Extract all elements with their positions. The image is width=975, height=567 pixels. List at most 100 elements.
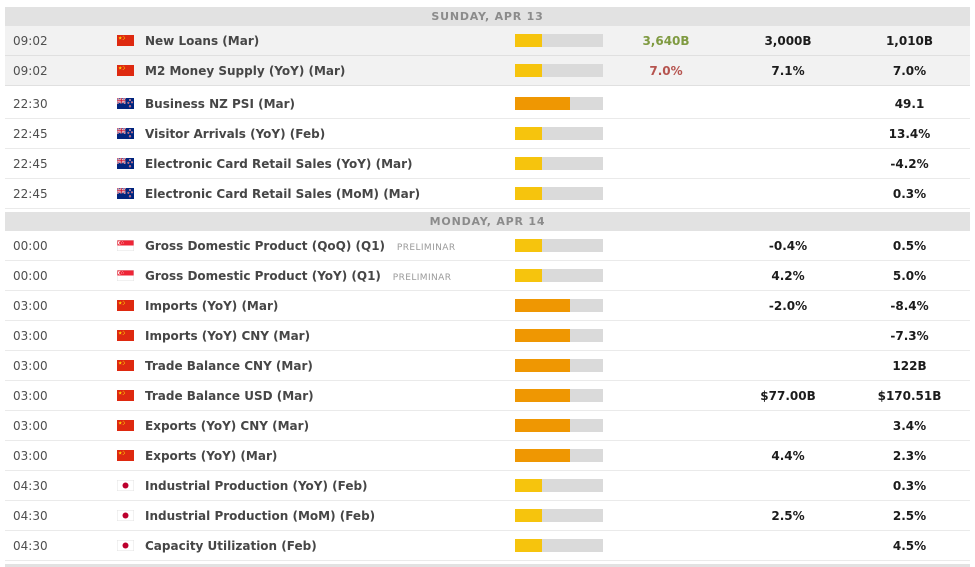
event-row[interactable]: 03:00 Exports (YoY) CNY (Mar) 3.4%	[5, 411, 970, 441]
event-row[interactable]: 22:45 Electronic Card Retail Sales (MoM)…	[5, 179, 970, 209]
forecast-value: $77.00B	[727, 389, 849, 403]
importance-bar-track	[515, 359, 603, 372]
china-flag-icon	[117, 300, 134, 311]
previous-value: 13.4%	[849, 127, 970, 141]
event-time: 00:00	[5, 239, 105, 253]
event-name[interactable]: Trade Balance CNY (Mar)	[145, 359, 313, 373]
importance-bar-fill	[515, 539, 542, 552]
importance-bar-fill	[515, 187, 542, 200]
event-cell: Trade Balance USD (Mar)	[145, 389, 509, 403]
previous-value: 0.3%	[849, 479, 970, 493]
country-flag	[105, 35, 145, 46]
event-row[interactable]: 22:45 Electronic Card Retail Sales (YoY)…	[5, 149, 970, 179]
event-time: 09:02	[5, 34, 105, 48]
previous-value: -4.2%	[849, 157, 970, 171]
event-name[interactable]: New Loans (Mar)	[145, 34, 259, 48]
event-cell: Exports (YoY) (Mar)	[145, 449, 509, 463]
importance-bar-track	[515, 419, 603, 432]
importance-bar-fill	[515, 389, 570, 402]
event-name[interactable]: Exports (YoY) CNY (Mar)	[145, 419, 309, 433]
event-row[interactable]: 04:30 Industrial Production (YoY) (Feb) …	[5, 471, 970, 501]
event-time: 09:02	[5, 64, 105, 78]
event-row[interactable]: 04:30 Capacity Utilization (Feb) 4.5%	[5, 531, 970, 561]
event-time: 22:30	[5, 97, 105, 111]
importance-bar-fill	[515, 329, 570, 342]
event-row[interactable]: 04:30 Industrial Production (MoM) (Feb) …	[5, 501, 970, 531]
actual-value: 7.0%	[605, 64, 727, 78]
new-zealand-flag-icon	[117, 128, 134, 139]
previous-value: 122B	[849, 359, 970, 373]
event-name[interactable]: Industrial Production (MoM) (Feb)	[145, 509, 375, 523]
event-row[interactable]: 09:02 M2 Money Supply (YoY) (Mar) 7.0% 7…	[5, 56, 970, 86]
previous-value: -7.3%	[849, 329, 970, 343]
event-name[interactable]: Imports (YoY) (Mar)	[145, 299, 278, 313]
event-row[interactable]: 00:00 Gross Domestic Product (QoQ) (Q1) …	[5, 231, 970, 261]
previous-value: 4.5%	[849, 539, 970, 553]
china-flag-icon	[117, 420, 134, 431]
event-row[interactable]: 03:00 Trade Balance CNY (Mar) 122B	[5, 351, 970, 381]
previous-value: 2.3%	[849, 449, 970, 463]
event-name[interactable]: Gross Domestic Product (QoQ) (Q1)	[145, 239, 385, 253]
new-zealand-flag-icon	[117, 188, 134, 199]
importance-bar	[509, 269, 605, 282]
event-cell: Electronic Card Retail Sales (YoY) (Mar)	[145, 157, 509, 171]
previous-value: 49.1	[849, 97, 970, 111]
previous-value: -8.4%	[849, 299, 970, 313]
importance-bar-track	[515, 479, 603, 492]
previous-value: 3.4%	[849, 419, 970, 433]
importance-bar-fill	[515, 449, 570, 462]
china-flag-icon	[117, 35, 134, 46]
event-row[interactable]: 00:00 Gross Domestic Product (YoY) (Q1) …	[5, 261, 970, 291]
event-cell: Imports (YoY) (Mar)	[145, 299, 509, 313]
event-row[interactable]: 03:00 Imports (YoY) CNY (Mar) -7.3%	[5, 321, 970, 351]
importance-bar-fill	[515, 299, 570, 312]
event-time: 03:00	[5, 389, 105, 403]
event-name[interactable]: Exports (YoY) (Mar)	[145, 449, 277, 463]
importance-bar-fill	[515, 157, 542, 170]
event-name[interactable]: Industrial Production (YoY) (Feb)	[145, 479, 368, 493]
event-name[interactable]: Business NZ PSI (Mar)	[145, 97, 295, 111]
event-time: 03:00	[5, 419, 105, 433]
event-row[interactable]: 03:00 Imports (YoY) (Mar) -2.0% -8.4%	[5, 291, 970, 321]
importance-bar-track	[515, 299, 603, 312]
event-name[interactable]: Electronic Card Retail Sales (MoM) (Mar)	[145, 187, 420, 201]
japan-flag-icon	[117, 540, 134, 551]
event-row[interactable]: 09:02 New Loans (Mar) 3,640B 3,000B 1,01…	[5, 26, 970, 56]
importance-bar-fill	[515, 239, 542, 252]
country-flag	[105, 540, 145, 551]
event-name[interactable]: M2 Money Supply (YoY) (Mar)	[145, 64, 345, 78]
event-name[interactable]: Gross Domestic Product (YoY) (Q1)	[145, 269, 381, 283]
country-flag	[105, 158, 145, 169]
new-zealand-flag-icon	[117, 98, 134, 109]
event-name[interactable]: Electronic Card Retail Sales (YoY) (Mar)	[145, 157, 413, 171]
singapore-flag-icon	[117, 240, 134, 251]
importance-bar	[509, 239, 605, 252]
importance-bar-fill	[515, 509, 542, 522]
event-row[interactable]: 03:00 Exports (YoY) (Mar) 4.4% 2.3%	[5, 441, 970, 471]
event-time: 04:30	[5, 509, 105, 523]
event-cell: Business NZ PSI (Mar)	[145, 97, 509, 111]
event-row[interactable]: 22:30 Business NZ PSI (Mar) 49.1	[5, 89, 970, 119]
country-flag	[105, 98, 145, 109]
importance-bar	[509, 479, 605, 492]
importance-bar-track	[515, 239, 603, 252]
event-name[interactable]: Imports (YoY) CNY (Mar)	[145, 329, 310, 343]
event-tag: PRELIMINAR	[397, 243, 456, 253]
previous-value: 7.0%	[849, 64, 970, 78]
event-name[interactable]: Trade Balance USD (Mar)	[145, 389, 314, 403]
previous-value: 5.0%	[849, 269, 970, 283]
country-flag	[105, 300, 145, 311]
event-row[interactable]: 22:45 Visitor Arrivals (YoY) (Feb) 13.4%	[5, 119, 970, 149]
event-tag: PRELIMINAR	[393, 273, 452, 283]
importance-bar	[509, 449, 605, 462]
event-name[interactable]: Capacity Utilization (Feb)	[145, 539, 317, 553]
event-time: 04:30	[5, 479, 105, 493]
china-flag-icon	[117, 360, 134, 371]
previous-value: 0.5%	[849, 239, 970, 253]
event-name[interactable]: Visitor Arrivals (YoY) (Feb)	[145, 127, 325, 141]
forecast-value: 4.2%	[727, 269, 849, 283]
importance-bar-fill	[515, 479, 542, 492]
forecast-value: 4.4%	[727, 449, 849, 463]
event-row[interactable]: 03:00 Trade Balance USD (Mar) $77.00B $1…	[5, 381, 970, 411]
importance-bar-fill	[515, 127, 542, 140]
